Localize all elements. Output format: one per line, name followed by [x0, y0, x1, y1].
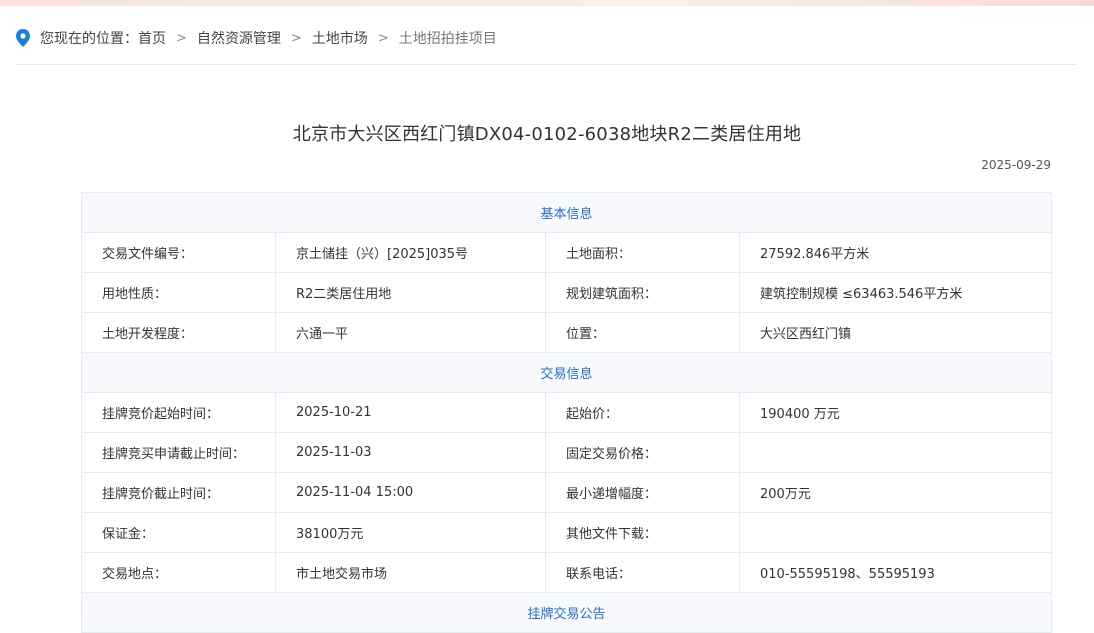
label-other-downloads: 其他文件下载： — [545, 512, 740, 553]
table-row: 用地性质： R2二类居住用地 规划建筑面积： 建筑控制规模 ≤63463.546… — [81, 272, 1053, 313]
value-contact-phone: 010-55595198、55595193 — [738, 552, 1053, 593]
breadcrumb: 您现在的位置： 首页 > 自然资源管理 > 土地市场 > 土地招拍挂项目 — [16, 28, 1076, 48]
section-title-notice[interactable]: 挂牌交易公告 — [80, 592, 1053, 633]
table-row: 交易文件编号： 京土储挂（兴）[2025]035号 土地面积： 27592.84… — [81, 232, 1053, 273]
breadcrumb-separator: > — [176, 30, 187, 46]
label-planned-floor-area: 规划建筑面积： — [545, 272, 740, 313]
label-contact-phone: 联系电话： — [545, 552, 740, 593]
breadcrumb-prefix: 您现在的位置： — [40, 31, 138, 47]
label-bid-end-time: 挂牌竞价截止时间： — [81, 472, 276, 513]
article-date: 2025-09-29 — [981, 158, 1051, 172]
label-starting-price: 起始价： — [545, 392, 740, 433]
table-row: 交易地点： 市土地交易市场 联系电话： 010-55595198、5559519… — [81, 552, 1053, 593]
label-bid-start-time: 挂牌竞价起始时间： — [81, 392, 276, 433]
section-header-trade: 交易信息 — [80, 352, 1053, 393]
value-land-area: 27592.846平方米 — [738, 232, 1053, 273]
breadcrumb-divider — [16, 64, 1076, 65]
breadcrumb-separator: > — [290, 30, 302, 46]
value-location: 大兴区西红门镇 — [738, 312, 1053, 353]
table-row: 土地开发程度： 六通一平 位置： 大兴区西红门镇 — [81, 312, 1053, 353]
section-header-basic: 基本信息 — [80, 192, 1053, 233]
top-accent-bar — [0, 0, 1094, 6]
value-development-level: 六通一平 — [275, 312, 546, 353]
value-application-deadline: 2025-11-03 — [275, 432, 546, 473]
breadcrumb-land-market-link[interactable]: 土地市场 — [312, 28, 368, 48]
label-location: 位置： — [545, 312, 740, 353]
table-row: 保证金： 38100万元 其他文件下载： — [81, 512, 1053, 553]
breadcrumb-natural-resources-link[interactable]: 自然资源管理 — [197, 28, 281, 48]
value-bid-end-time: 2025-11-04 15:00 — [275, 472, 546, 513]
label-min-increment: 最小递增幅度： — [545, 472, 740, 513]
location-pin-icon — [16, 29, 30, 47]
table-row: 挂牌竞价起始时间： 2025-10-21 起始价： 190400 万元 — [81, 392, 1053, 433]
label-land-use: 用地性质： — [81, 272, 276, 313]
table-row: 挂牌竞买申请截止时间： 2025-11-03 固定交易价格： — [81, 432, 1053, 473]
section-header-notice: 挂牌交易公告 — [80, 592, 1053, 633]
label-fixed-price: 固定交易价格： — [545, 432, 740, 473]
label-application-deadline: 挂牌竞买申请截止时间： — [81, 432, 276, 473]
label-trade-venue: 交易地点： — [81, 552, 276, 593]
value-land-use: R2二类居住用地 — [275, 272, 546, 313]
value-other-downloads[interactable] — [738, 512, 1053, 553]
breadcrumb-separator: > — [377, 30, 389, 46]
label-land-area: 土地面积： — [545, 232, 740, 273]
label-deposit: 保证金： — [81, 512, 276, 553]
value-starting-price: 190400 万元 — [738, 392, 1053, 433]
value-deposit: 38100万元 — [275, 512, 546, 553]
value-planned-floor-area: 建筑控制规模 ≤63463.546平方米 — [738, 272, 1053, 313]
section-title-basic: 基本信息 — [80, 192, 1053, 233]
value-bid-start-time: 2025-10-21 — [275, 392, 546, 433]
table-row: 挂牌竞价截止时间： 2025-11-04 15:00 最小递增幅度： 200万元 — [81, 472, 1053, 513]
value-fixed-price — [738, 432, 1053, 473]
breadcrumb-current-page[interactable]: 土地招拍挂项目 — [399, 28, 497, 48]
breadcrumb-home-link[interactable]: 首页 — [138, 28, 166, 48]
label-file-number: 交易文件编号： — [81, 232, 276, 273]
label-development-level: 土地开发程度： — [81, 312, 276, 353]
article-title: 北京市大兴区西红门镇DX04-0102-6038地块R2二类居住用地 — [292, 124, 802, 145]
land-info-table: 基本信息 交易文件编号： 京土储挂（兴）[2025]035号 土地面积： 275… — [80, 192, 1053, 633]
section-title-trade: 交易信息 — [80, 352, 1053, 393]
value-min-increment: 200万元 — [738, 472, 1053, 513]
value-trade-venue: 市土地交易市场 — [275, 552, 546, 593]
value-file-number: 京土储挂（兴）[2025]035号 — [275, 232, 546, 273]
